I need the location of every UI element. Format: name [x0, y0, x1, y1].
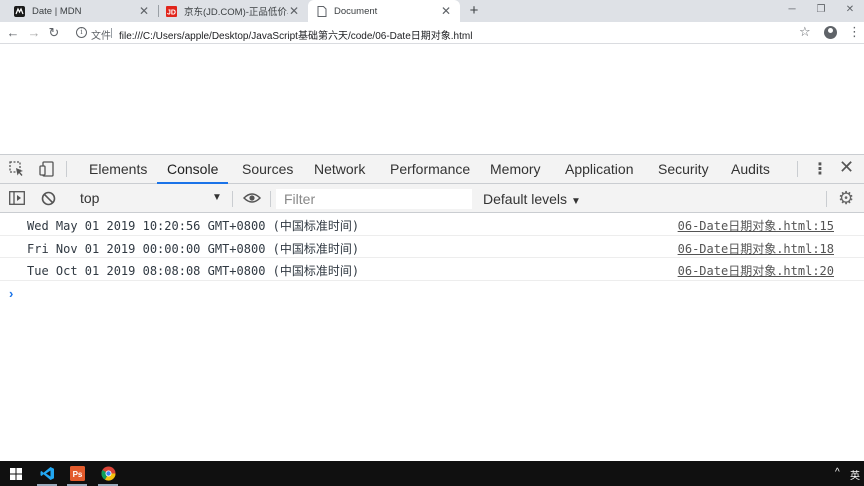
message-text: Wed May 01 2019 10:20:56 GMT+0800 (中国标准时… [27, 219, 360, 233]
console-message: Tue Oct 01 2019 08:08:08 GMT+0800 (中国标准时… [0, 258, 864, 281]
toolbar-divider [270, 191, 271, 207]
reload-icon[interactable]: ↻ [46, 24, 62, 42]
tab-security[interactable]: Security [648, 155, 719, 184]
browser-tab-document[interactable]: Document ✕ [308, 0, 460, 22]
device-toolbar-icon[interactable] [39, 161, 55, 177]
tab-console[interactable]: Console [157, 155, 229, 184]
tab-sources[interactable]: Sources [232, 155, 303, 184]
restore-icon[interactable]: ❐ [807, 0, 835, 22]
tab-title: Date | MDN [32, 5, 82, 17]
toolbar-divider [66, 161, 67, 177]
message-text: Tue Oct 01 2019 08:08:08 GMT+0800 (中国标准时… [27, 264, 360, 278]
browser-tab-jd[interactable]: JD 京东(JD.COM)-正品低价、品质保障 ✕ [158, 0, 308, 22]
tab-title: Document [334, 5, 378, 17]
document-icon [316, 5, 327, 17]
console-toolbar: top ▼ Default levels▼ ⚙ [0, 184, 864, 213]
inspect-element-icon[interactable] [9, 161, 25, 177]
url-divider [111, 28, 112, 38]
tab-strip: Date | MDN ✕ JD 京东(JD.COM)-正品低价、品质保障 ✕ D… [0, 0, 864, 22]
close-icon[interactable]: ✕ [288, 4, 300, 18]
devtools-tabbar: Elements Console Sources Network Perform… [0, 155, 864, 184]
forward-arrow-icon[interactable]: → [26, 24, 42, 42]
scheme-label: 文件 [91, 31, 111, 42]
more-options-icon[interactable]: ⋮ [812, 159, 828, 179]
close-icon[interactable]: ✕ [440, 4, 452, 18]
browser-toolbar: ← → ↻ i 文件 file:///C:/Users/apple/Deskto… [0, 22, 864, 44]
mdn-icon [14, 5, 25, 17]
tab-title: 京东(JD.COM)-正品低价、品质保障 [184, 7, 288, 18]
source-link[interactable]: 06-Date日期对象.html:18 [678, 240, 834, 257]
browser-menu-icon[interactable]: ⋮ [848, 24, 861, 40]
new-tab-button[interactable]: + [466, 2, 482, 20]
eye-icon[interactable] [242, 191, 262, 207]
toolbar-divider [232, 191, 233, 207]
chevron-down-icon: ▼ [212, 192, 222, 203]
back-arrow-icon[interactable]: ← [5, 24, 21, 42]
log-levels-label: Default levels [483, 191, 568, 207]
browser-tab-mdn[interactable]: Date | MDN ✕ [6, 0, 158, 22]
taskbar: Ps ^ 英 [0, 461, 864, 486]
clear-console-icon[interactable] [41, 191, 57, 207]
ime-indicator[interactable]: 英 [850, 467, 860, 482]
minimize-icon[interactable]: ─ [778, 0, 806, 22]
source-link[interactable]: 06-Date日期对象.html:20 [678, 262, 834, 279]
tab-audits[interactable]: Audits [721, 155, 780, 184]
chrome-icon[interactable] [94, 461, 122, 486]
devtools-panel: Elements Console Sources Network Perform… [0, 154, 864, 461]
toolbar-divider [797, 161, 798, 177]
console-prompt-icon[interactable]: › [9, 286, 13, 301]
jd-icon: JD [166, 5, 177, 17]
close-devtools-icon[interactable]: ✕ [839, 157, 854, 178]
tab-application[interactable]: Application [555, 155, 644, 184]
vscode-icon[interactable] [33, 461, 61, 486]
message-text: Fri Nov 01 2019 00:00:00 GMT+0800 (中国标准时… [27, 241, 360, 256]
sidebar-toggle-icon[interactable] [9, 191, 25, 207]
gear-icon[interactable]: ⚙ [838, 188, 854, 209]
filter-input[interactable] [284, 190, 464, 208]
url-field[interactable]: file:///C:/Users/apple/Desktop/JavaScrip… [119, 27, 472, 42]
tab-elements[interactable]: Elements [79, 155, 157, 184]
page-viewport [0, 44, 864, 154]
photoshop-icon[interactable]: Ps [63, 461, 91, 486]
close-icon[interactable]: ✕ [138, 4, 150, 18]
profile-icon[interactable] [824, 26, 837, 39]
console-message: Fri Nov 01 2019 00:00:00 GMT+0800 (中国标准时… [0, 236, 864, 258]
chevron-down-icon: ▼ [571, 196, 581, 207]
tray-expand-icon[interactable]: ^ [835, 467, 840, 478]
windows-start-icon[interactable] [2, 461, 30, 486]
console-messages: Wed May 01 2019 10:20:56 GMT+0800 (中国标准时… [0, 213, 864, 281]
tab-memory[interactable]: Memory [480, 155, 551, 184]
svg-text:Ps: Ps [72, 470, 82, 479]
context-value: top [80, 190, 100, 206]
svg-text:JD: JD [167, 9, 176, 16]
star-icon[interactable]: ☆ [799, 24, 811, 40]
toolbar-divider [826, 191, 827, 207]
tab-performance[interactable]: Performance [380, 155, 480, 184]
tab-network[interactable]: Network [304, 155, 375, 184]
context-selector[interactable]: top ▼ [70, 187, 228, 209]
info-icon[interactable]: i [76, 27, 87, 38]
window-close-icon[interactable]: ✕ [836, 0, 864, 22]
filter-box [276, 189, 472, 209]
source-link[interactable]: 06-Date日期对象.html:15 [678, 217, 834, 234]
log-levels-dropdown[interactable]: Default levels ▼ [483, 191, 581, 207]
console-message: Wed May 01 2019 10:20:56 GMT+0800 (中国标准时… [0, 213, 864, 236]
